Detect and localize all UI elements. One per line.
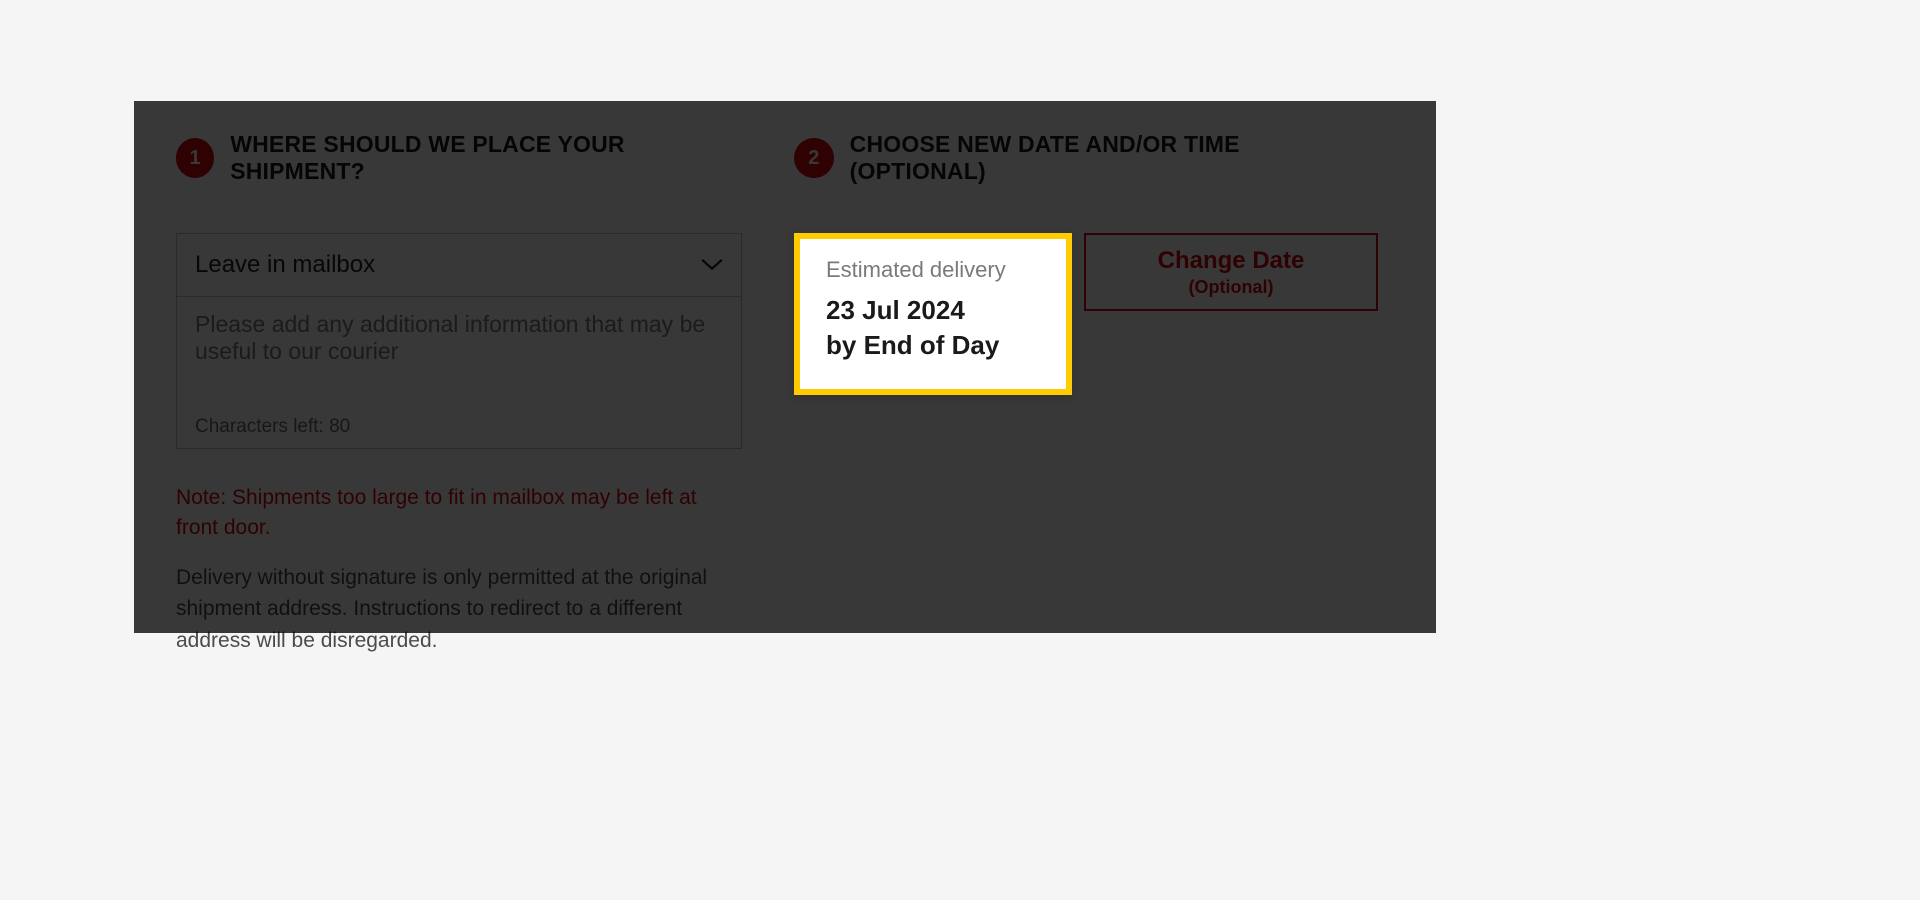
change-date-sublabel: (Optional) <box>1189 277 1274 298</box>
delivery-options-panel: 1 WHERE SHOULD WE PLACE YOUR SHIPMENT? L… <box>134 101 1436 633</box>
chevron-down-icon <box>701 258 723 272</box>
date-row: Estimated delivery 23 Jul 2024 by End of… <box>794 233 1378 395</box>
instructions-textarea[interactable] <box>195 311 723 407</box>
placement-select[interactable]: Leave in mailbox <box>176 233 742 297</box>
step1-header: 1 WHERE SHOULD WE PLACE YOUR SHIPMENT? <box>176 131 742 185</box>
step1-number-badge: 1 <box>176 138 214 178</box>
change-date-button[interactable]: Change Date (Optional) <box>1084 233 1378 311</box>
step2-header: 2 CHOOSE NEW DATE AND/OR TIME (OPTIONAL) <box>794 131 1378 185</box>
char-counter: Characters left: 80 <box>195 416 723 438</box>
mailbox-note: Note: Shipments too large to fit in mail… <box>176 483 742 544</box>
step2-column: 2 CHOOSE NEW DATE AND/OR TIME (OPTIONAL)… <box>784 101 1436 633</box>
estimated-delivery-label: Estimated delivery <box>826 257 1040 283</box>
change-date-label: Change Date <box>1158 247 1305 275</box>
step1-column: 1 WHERE SHOULD WE PLACE YOUR SHIPMENT? L… <box>134 101 784 633</box>
delivery-date-line1: 23 Jul 2024 <box>826 295 965 325</box>
step2-title: CHOOSE NEW DATE AND/OR TIME (OPTIONAL) <box>850 131 1378 185</box>
placement-select-value: Leave in mailbox <box>195 251 375 279</box>
delivery-date-line2: by End of Day <box>826 330 999 360</box>
instructions-textarea-wrap: Characters left: 80 <box>176 297 742 449</box>
estimated-delivery-card: Estimated delivery 23 Jul 2024 by End of… <box>794 233 1072 395</box>
step1-title: WHERE SHOULD WE PLACE YOUR SHIPMENT? <box>230 131 742 185</box>
estimated-delivery-date: 23 Jul 2024 by End of Day <box>826 293 1040 363</box>
signature-note: Delivery without signature is only permi… <box>176 562 736 657</box>
step2-number-badge: 2 <box>794 138 834 178</box>
